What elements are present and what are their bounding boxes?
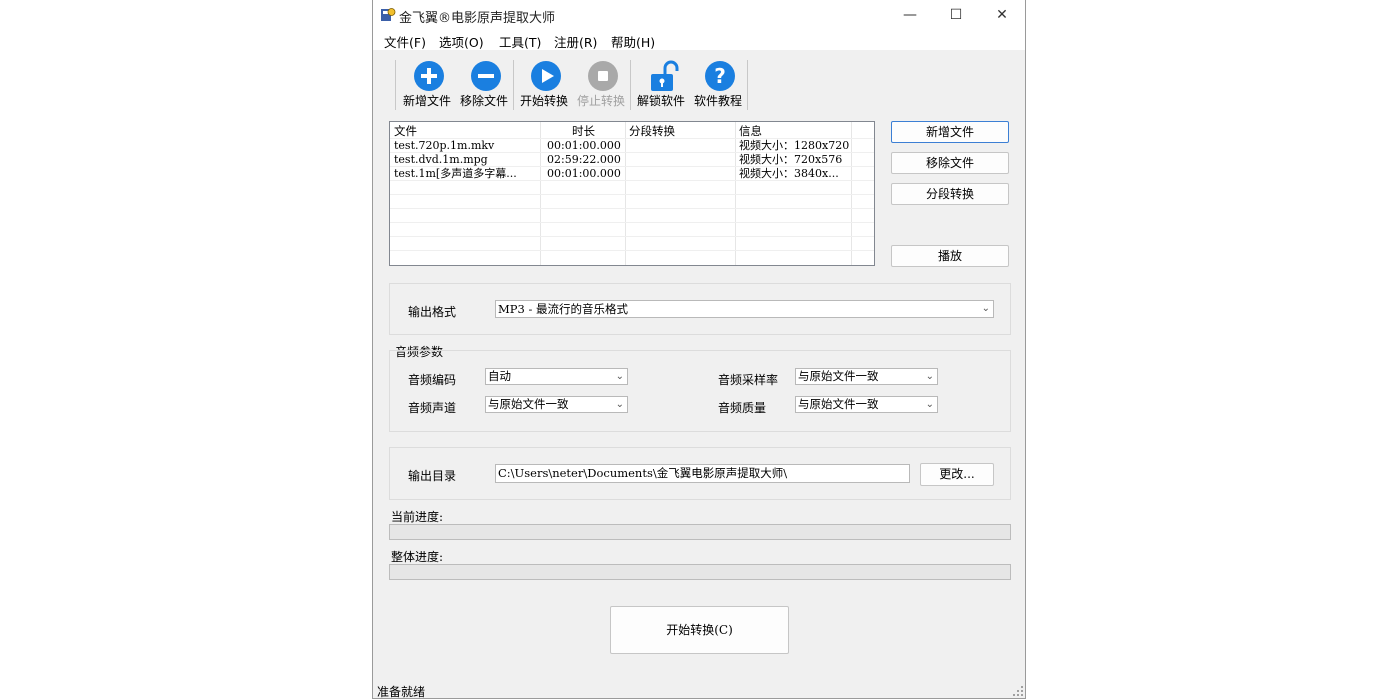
audio-samplerate-select[interactable]: 与原始文件一致 ⌄ <box>795 368 938 385</box>
audio-channel-select[interactable]: 与原始文件一致 ⌄ <box>485 396 628 413</box>
remove-file-button[interactable]: 移除文件 <box>891 152 1009 174</box>
stop-circle-icon <box>588 61 618 91</box>
cell-duration: 00:01:00.000 <box>547 167 621 180</box>
cell-info: 视频大小：1280x720 <box>739 139 850 152</box>
column-header-info[interactable]: 信息 <box>739 123 762 139</box>
cell-file: test.720p.1m.mkv <box>394 139 495 152</box>
audio-channel-value: 与原始文件一致 <box>488 397 569 411</box>
row-divider <box>390 250 874 251</box>
window-title: 金飞翼®电影原声提取大师 <box>399 11 556 26</box>
chevron-down-icon: ⌄ <box>615 399 624 410</box>
add-file-button[interactable]: 新增文件 <box>891 121 1009 143</box>
output-format-group: 输出格式 MP3 - 最流行的音乐格式 ⌄ <box>389 283 1011 335</box>
chevron-down-icon: ⌄ <box>925 399 934 410</box>
output-dir-group: 输出目录 C:\Users\neter\Documents\金飞翼电影原声提取大… <box>389 447 1011 500</box>
column-header-duration[interactable]: 时长 <box>572 123 595 139</box>
maximize-button[interactable]: ☐ <box>933 0 979 30</box>
overall-progress-label: 整体进度: <box>391 550 444 564</box>
chevron-down-icon: ⌄ <box>981 303 990 314</box>
output-format-value: MP3 - 最流行的音乐格式 <box>498 302 629 316</box>
chevron-down-icon: ⌄ <box>925 371 934 382</box>
app-icon <box>381 8 396 21</box>
chevron-down-icon: ⌄ <box>615 371 624 382</box>
column-header-file[interactable]: 文件 <box>394 123 417 139</box>
unlock-icon <box>651 60 679 91</box>
audio-samplerate-label: 音频采样率 <box>718 373 779 387</box>
menu-bar: 文件(F) 选项(O) 工具(T) 注册(R) 帮助(H) <box>373 30 1025 50</box>
menu-help[interactable]: 帮助(H) <box>611 32 655 51</box>
menu-register[interactable]: 注册(R) <box>554 32 597 51</box>
play-button[interactable]: 播放 <box>891 245 1009 267</box>
cell-file: test.1m[多声道多字幕... <box>394 167 517 180</box>
audio-quality-label: 音频质量 <box>718 401 767 415</box>
cell-file: test.dvd.1m.mpg <box>394 153 488 166</box>
menu-tools[interactable]: 工具(T) <box>499 32 541 51</box>
output-dir-label: 输出目录 <box>408 469 457 483</box>
output-format-label: 输出格式 <box>408 305 457 319</box>
audio-codec-label: 音频编码 <box>408 373 457 387</box>
close-button[interactable]: ✕ <box>979 0 1025 30</box>
column-header-segment[interactable]: 分段转换 <box>629 123 675 139</box>
toolbar-unlock-button[interactable]: 解锁软件 <box>633 60 689 112</box>
menu-file[interactable]: 文件(F) <box>384 32 426 51</box>
segment-convert-button[interactable]: 分段转换 <box>891 183 1009 205</box>
start-convert-button[interactable]: 开始转换(C) <box>610 606 789 654</box>
toolbar-tutorial-button[interactable]: ? 软件教程 <box>690 60 746 112</box>
row-divider <box>390 208 874 209</box>
toolbar-start-convert-button[interactable]: 开始转换 <box>516 60 572 112</box>
main-window: 金飞翼®电影原声提取大师 — ☐ ✕ 文件(F) 选项(O) 工具(T) 注册(… <box>372 0 1026 699</box>
cell-duration: 00:01:00.000 <box>547 139 621 152</box>
cell-info: 视频大小：720x576 <box>739 153 843 166</box>
title-bar: 金飞翼®电影原声提取大师 — ☐ ✕ <box>373 0 1025 30</box>
row-divider <box>390 236 874 237</box>
toolbar-add-file-button[interactable]: 新增文件 <box>399 60 455 112</box>
help-circle-icon: ? <box>705 61 735 91</box>
row-divider <box>390 222 874 223</box>
audio-quality-select[interactable]: 与原始文件一致 ⌄ <box>795 396 938 413</box>
toolbar: 新增文件 移除文件 开始转换 停止转换 解锁软件 ? 软件教程 <box>395 60 751 112</box>
plus-circle-icon <box>414 61 444 91</box>
play-circle-icon <box>531 61 561 91</box>
toolbar-stop-convert-button[interactable]: 停止转换 <box>573 60 629 112</box>
cell-duration: 02:59:22.000 <box>547 153 621 166</box>
toolbar-stop-convert-label: 停止转换 <box>576 94 625 108</box>
status-text: 准备就绪 <box>377 685 426 699</box>
output-format-select[interactable]: MP3 - 最流行的音乐格式 ⌄ <box>495 300 994 318</box>
current-progress-bar <box>389 524 1011 540</box>
audio-codec-value: 自动 <box>488 369 511 383</box>
audio-channel-label: 音频声道 <box>408 401 457 415</box>
overall-progress-bar <box>389 564 1011 580</box>
toolbar-remove-file-label: 移除文件 <box>459 94 508 108</box>
toolbar-remove-file-button[interactable]: 移除文件 <box>456 60 512 112</box>
current-progress-label: 当前进度: <box>391 510 444 524</box>
output-dir-input[interactable]: C:\Users\neter\Documents\金飞翼电影原声提取大师\ <box>495 464 910 483</box>
audio-params-group: 音频编码 自动 ⌄ 音频声道 与原始文件一致 ⌄ 音频采样率 与原始文件一致 ⌄… <box>389 350 1011 432</box>
cell-info: 视频大小：3840x... <box>739 167 839 180</box>
change-dir-button[interactable]: 更改... <box>920 463 994 486</box>
row-divider <box>390 194 874 195</box>
audio-quality-value: 与原始文件一致 <box>798 397 879 411</box>
minus-circle-icon <box>471 61 501 91</box>
svg-text:?: ? <box>714 64 726 88</box>
menu-options[interactable]: 选项(O) <box>439 32 484 51</box>
audio-codec-select[interactable]: 自动 ⌄ <box>485 368 628 385</box>
toolbar-tutorial-label: 软件教程 <box>693 94 742 108</box>
toolbar-separator <box>747 60 748 110</box>
resize-grip-icon[interactable] <box>1013 686 1023 696</box>
file-list[interactable]: 文件 时长 分段转换 信息 test.720p.1m.mkv 00:01:00.… <box>389 121 875 266</box>
minimize-button[interactable]: — <box>887 0 933 30</box>
audio-samplerate-value: 与原始文件一致 <box>798 369 879 383</box>
